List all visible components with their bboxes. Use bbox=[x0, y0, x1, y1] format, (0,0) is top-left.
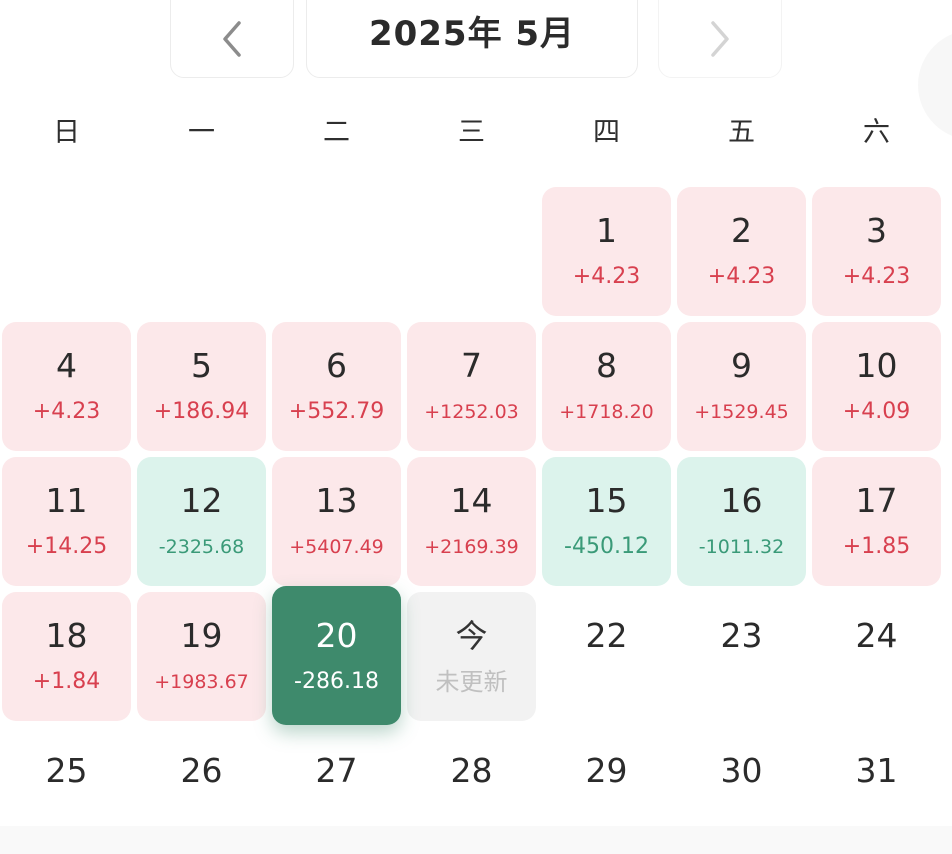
day-cell[interactable]: 7 +1252.03 bbox=[407, 322, 536, 451]
next-month-button[interactable] bbox=[658, 0, 782, 78]
day-change: +2169.39 bbox=[424, 536, 519, 558]
day-cell[interactable]: 12 -2325.68 bbox=[137, 457, 266, 586]
day-change: +4.23 bbox=[572, 264, 641, 289]
month-selector[interactable]: 2025年 5月 bbox=[306, 0, 638, 78]
day-cell[interactable]: 6 +552.79 bbox=[272, 322, 401, 451]
day-number: 10 bbox=[855, 346, 898, 385]
day-change: +1.85 bbox=[842, 534, 911, 559]
day-change: +1718.20 bbox=[559, 401, 654, 423]
weekday-label: 日 bbox=[53, 116, 80, 148]
day-change: 未更新 bbox=[435, 668, 508, 696]
chevron-right-icon bbox=[711, 21, 729, 57]
day-cell[interactable]: 2 +4.23 bbox=[677, 187, 806, 316]
day-number: 28 bbox=[450, 751, 493, 790]
day-change: +5407.49 bbox=[289, 536, 384, 558]
day-cell[interactable]: 23 bbox=[677, 592, 806, 721]
day-cell[interactable]: 13 +5407.49 bbox=[272, 457, 401, 586]
day-number: 11 bbox=[45, 481, 88, 520]
day-change: +4.09 bbox=[842, 399, 911, 424]
day-number: 9 bbox=[731, 346, 752, 385]
day-number: 27 bbox=[315, 751, 358, 790]
weekday-label: 五 bbox=[728, 116, 755, 148]
day-change: +1.84 bbox=[32, 669, 101, 694]
day-number: 1 bbox=[596, 211, 617, 250]
weekday-label: 六 bbox=[863, 116, 890, 148]
day-number: 30 bbox=[720, 751, 763, 790]
day-cell[interactable]: 5 +186.94 bbox=[137, 322, 266, 451]
day-cell[interactable]: 3 +4.23 bbox=[812, 187, 941, 316]
day-number: 7 bbox=[461, 346, 482, 385]
day-number: 8 bbox=[596, 346, 617, 385]
day-change: +14.25 bbox=[25, 534, 108, 559]
day-cell-today[interactable]: 今未更新 bbox=[407, 592, 536, 721]
day-cell[interactable]: 8 +1718.20 bbox=[542, 322, 671, 451]
day-number: 31 bbox=[855, 751, 898, 790]
day-number: 22 bbox=[585, 616, 628, 655]
day-number: 2 bbox=[731, 211, 752, 250]
day-change: +4.23 bbox=[707, 264, 776, 289]
day-cell[interactable]: 11 +14.25 bbox=[2, 457, 131, 586]
day-cell[interactable]: 18 +1.84 bbox=[2, 592, 131, 721]
day-number: 23 bbox=[720, 616, 763, 655]
day-number: 今 bbox=[455, 617, 488, 655]
day-number: 24 bbox=[855, 616, 898, 655]
bottom-edge bbox=[0, 826, 952, 854]
day-number: 19 bbox=[180, 616, 223, 655]
day-number: 20 bbox=[315, 616, 358, 655]
weekday-header: 日一二三四五六 bbox=[0, 104, 952, 154]
weekday-label: 四 bbox=[593, 116, 620, 148]
weekday-label: 三 bbox=[458, 116, 485, 148]
day-change: -2325.68 bbox=[158, 536, 245, 558]
day-number: 29 bbox=[585, 751, 628, 790]
day-change: +4.23 bbox=[842, 264, 911, 289]
chevron-left-icon bbox=[223, 21, 241, 57]
day-change: -286.18 bbox=[294, 669, 379, 694]
day-number: 4 bbox=[56, 346, 77, 385]
day-number: 6 bbox=[326, 346, 347, 385]
day-number: 12 bbox=[180, 481, 223, 520]
day-change: -1011.32 bbox=[698, 536, 785, 558]
day-cell[interactable]: 17 +1.85 bbox=[812, 457, 941, 586]
day-number: 13 bbox=[315, 481, 358, 520]
day-cell[interactable]: 10 +4.09 bbox=[812, 322, 941, 451]
weekday-label: 二 bbox=[323, 116, 350, 148]
prev-month-button[interactable] bbox=[170, 0, 294, 78]
day-change: +552.79 bbox=[288, 399, 385, 424]
day-cell[interactable]: 22 bbox=[542, 592, 671, 721]
weekday-label: 一 bbox=[188, 116, 215, 148]
day-number: 5 bbox=[191, 346, 212, 385]
day-number: 17 bbox=[855, 481, 898, 520]
day-number: 25 bbox=[45, 751, 88, 790]
day-cell[interactable]: 14 +2169.39 bbox=[407, 457, 536, 586]
day-change: -450.12 bbox=[564, 534, 649, 559]
day-cell[interactable]: 20 -286.18 bbox=[272, 586, 401, 725]
day-number: 15 bbox=[585, 481, 628, 520]
day-cell[interactable]: 15 -450.12 bbox=[542, 457, 671, 586]
day-cell[interactable]: 1 +4.23 bbox=[542, 187, 671, 316]
day-change: +1252.03 bbox=[424, 401, 519, 423]
day-number: 3 bbox=[866, 211, 887, 250]
day-change: +1983.67 bbox=[154, 671, 249, 693]
day-change: +4.23 bbox=[32, 399, 101, 424]
day-cell[interactable]: 19 +1983.67 bbox=[137, 592, 266, 721]
day-number: 16 bbox=[720, 481, 763, 520]
day-cell[interactable]: 24 bbox=[812, 592, 941, 721]
day-number: 26 bbox=[180, 751, 223, 790]
day-number: 18 bbox=[45, 616, 88, 655]
day-cell[interactable]: 16 -1011.32 bbox=[677, 457, 806, 586]
day-change: +1529.45 bbox=[694, 401, 789, 423]
day-change: +186.94 bbox=[153, 399, 250, 424]
pnl-calendar-screen: 2025年 5月 日 一 二 三 四 五 六 1 +4.23 2 +4.23 3 +4.23 4 +4.2… bbox=[0, 0, 952, 854]
month-title: 2025年 5月 bbox=[368, 13, 576, 54]
day-cell[interactable]: 9 +1529.45 bbox=[677, 322, 806, 451]
day-number: 14 bbox=[450, 481, 493, 520]
day-cell[interactable]: 4 +4.23 bbox=[2, 322, 131, 451]
